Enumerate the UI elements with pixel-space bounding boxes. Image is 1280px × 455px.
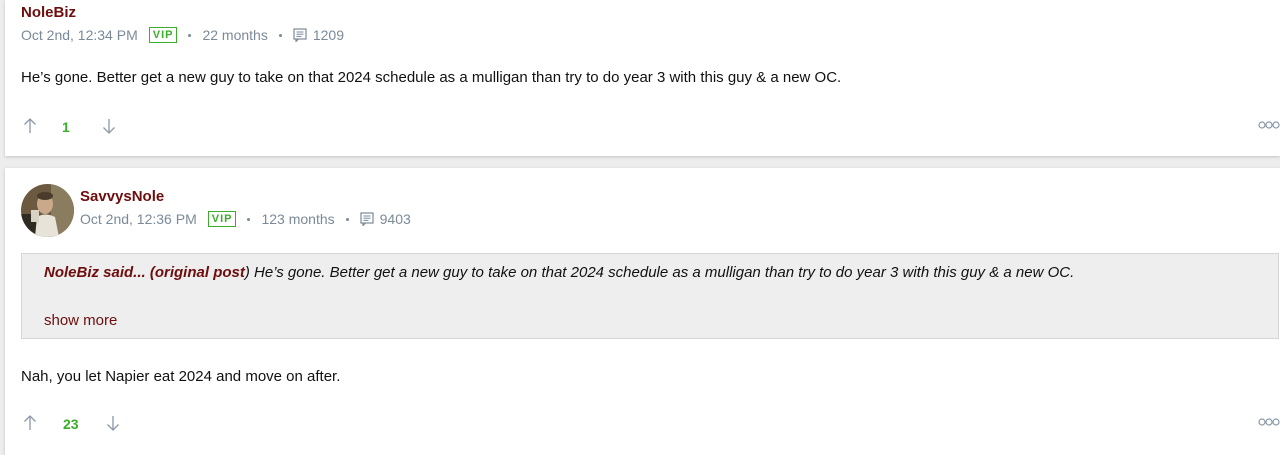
post-count: 1209 [312, 27, 344, 43]
more-options-icon[interactable] [1258, 121, 1280, 129]
comment-card: NoleBiz Oct 2nd, 12:34 PM VIP 22 months … [5, 0, 1280, 156]
upvote-icon[interactable] [22, 117, 38, 135]
comment-author[interactable]: NoleBiz [21, 4, 76, 21]
avatar-image [21, 184, 74, 237]
post-count-icon [360, 212, 374, 226]
separator-dot [278, 33, 282, 37]
quoted-post: NoleBiz said... (original post) He’s gon… [21, 253, 1279, 339]
quote-text: He’s gone. Better get a new guy to take … [254, 264, 1075, 281]
comment-body: Nah, you let Napier eat 2024 and move on… [21, 368, 341, 385]
avatar[interactable] [21, 184, 74, 237]
quote-author-label: NoleBiz said... (original post [44, 264, 245, 281]
comment-card: SavvysNole Oct 2nd, 12:36 PM VIP 123 mon… [5, 168, 1280, 455]
comment-meta: Oct 2nd, 12:34 PM VIP 22 months 1209 [21, 26, 344, 44]
post-count: 9403 [379, 211, 411, 227]
separator-dot [188, 33, 192, 37]
separator-dot [345, 217, 349, 221]
comment-body: He’s gone. Better get a new guy to take … [21, 69, 842, 86]
downvote-icon[interactable] [105, 414, 121, 432]
quote-text-line: NoleBiz said... (original post) He’s gon… [44, 264, 1074, 281]
vip-badge: VIP [207, 211, 237, 227]
quote-closing-paren: ) [244, 264, 250, 281]
member-tenure: 123 months [261, 211, 335, 227]
vip-badge: VIP [148, 27, 178, 43]
show-more-link[interactable]: show more [44, 312, 117, 329]
separator-dot [247, 217, 251, 221]
upvote-icon[interactable] [22, 414, 38, 432]
comment-timestamp[interactable]: Oct 2nd, 12:36 PM [80, 211, 197, 227]
quote-author[interactable]: NoleBiz said... (original post [44, 264, 245, 281]
downvote-icon[interactable] [101, 117, 117, 135]
vote-count: 23 [63, 416, 79, 432]
comment-meta: Oct 2nd, 12:36 PM VIP 123 months 9403 [80, 210, 411, 228]
comment-author[interactable]: SavvysNole [80, 188, 164, 205]
post-count-icon [293, 28, 307, 42]
comment-timestamp[interactable]: Oct 2nd, 12:34 PM [21, 27, 138, 43]
vote-count: 1 [62, 119, 70, 135]
member-tenure: 22 months [202, 27, 268, 43]
more-options-icon[interactable] [1258, 418, 1280, 426]
